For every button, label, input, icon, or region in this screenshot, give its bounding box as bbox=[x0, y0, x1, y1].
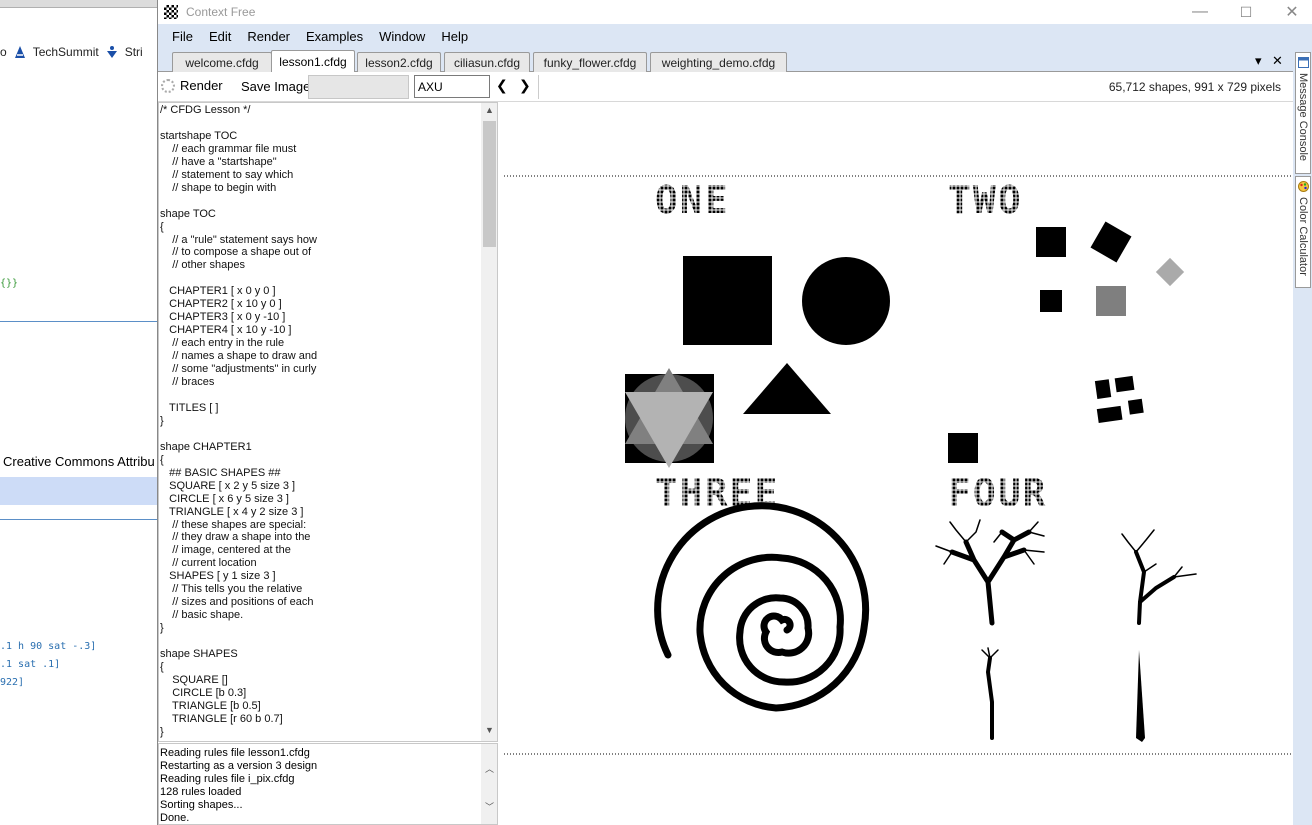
console-line: Done. bbox=[160, 811, 190, 824]
divider bbox=[0, 519, 157, 520]
tab-welcome[interactable]: welcome.cfdg bbox=[172, 52, 272, 72]
previous-variation-button[interactable]: ❮ bbox=[496, 77, 508, 94]
code-braces: {}} bbox=[0, 278, 19, 289]
tab-color-calculator-label: Color Calculator bbox=[1297, 197, 1309, 276]
square-shape bbox=[1036, 227, 1066, 257]
menu-edit[interactable]: Edit bbox=[201, 29, 239, 44]
toolbar: Render Save Image ❮ ❯ 65,712 shapes, 991… bbox=[158, 72, 1293, 102]
toolbar-separator bbox=[538, 75, 539, 99]
scroll-up-icon[interactable]: ▲ bbox=[481, 105, 497, 119]
scroll-up-icon[interactable]: ︿ bbox=[481, 762, 497, 776]
close-button[interactable]: ✕ bbox=[1269, 0, 1312, 24]
tree-medium bbox=[1121, 529, 1197, 625]
tree-small bbox=[981, 647, 999, 740]
bookmarks-bar: o TechSummit Stri bbox=[0, 38, 157, 66]
spiral-shape bbox=[654, 502, 870, 712]
message-console: Reading rules file lesson1.cfdg Restarti… bbox=[158, 743, 498, 825]
bookmark-item[interactable]: o bbox=[0, 45, 7, 59]
menu-render[interactable]: Render bbox=[239, 29, 298, 44]
context-free-window: Context Free — ☐ ✕ File Edit Render Exam… bbox=[157, 0, 1312, 825]
menu-bar: File Edit Render Examples Window Help bbox=[158, 24, 1312, 48]
tab-message-console[interactable]: Message Console bbox=[1295, 52, 1311, 174]
shapes-overlay bbox=[625, 368, 714, 468]
creative-commons-text: Creative Commons Attribu bbox=[3, 454, 155, 469]
square-shape bbox=[683, 256, 772, 345]
tab-weighting-demo[interactable]: weighting_demo.cfdg bbox=[650, 52, 787, 72]
variation-input[interactable] bbox=[414, 75, 490, 98]
selected-row bbox=[0, 477, 157, 505]
menu-window[interactable]: Window bbox=[371, 29, 433, 44]
gray-diamond-shape bbox=[1155, 257, 1185, 287]
console-line: Sorting shapes... bbox=[160, 798, 243, 811]
context-free-app-icon bbox=[164, 5, 178, 19]
rendered-image: ONE TWO THREE FOUR bbox=[504, 175, 1293, 755]
code-line: 922] bbox=[0, 677, 25, 688]
skewed-squares-group bbox=[1094, 375, 1144, 424]
circle-shape bbox=[802, 257, 890, 345]
title-two: TWO bbox=[948, 178, 1023, 222]
render-spinner-icon bbox=[161, 78, 175, 93]
techsummit-icon bbox=[14, 46, 25, 58]
save-image-button[interactable]: Save Image bbox=[241, 79, 310, 94]
scroll-down-icon[interactable]: ﹀ bbox=[481, 800, 497, 814]
tab-message-console-label: Message Console bbox=[1297, 73, 1309, 162]
tab-lesson2[interactable]: lesson2.cfdg bbox=[357, 52, 441, 72]
tree-large bbox=[935, 519, 1045, 626]
bookmark-item[interactable]: TechSummit bbox=[33, 45, 99, 59]
menu-examples[interactable]: Examples bbox=[298, 29, 371, 44]
small-square-shape bbox=[1040, 290, 1062, 312]
gray-square-shape bbox=[1096, 286, 1126, 316]
console-line: 128 rules loaded bbox=[160, 785, 242, 798]
tab-list-dropdown-icon[interactable]: ▾ bbox=[1255, 53, 1262, 69]
minimize-button[interactable]: — bbox=[1177, 0, 1223, 24]
render-canvas[interactable]: ONE TWO THREE FOUR bbox=[504, 102, 1293, 825]
tab-lesson1[interactable]: lesson1.cfdg bbox=[271, 50, 355, 73]
render-progress-bar bbox=[308, 75, 409, 99]
scrollbar-thumb[interactable] bbox=[483, 121, 496, 247]
square-shape bbox=[948, 433, 978, 463]
code-editor[interactable]: /* CFDG Lesson */ startshape TOC // each… bbox=[158, 102, 498, 742]
background-window: o TechSummit Stri {}} Creative Commons A… bbox=[0, 0, 157, 825]
render-status-text: 65,712 shapes, 991 x 729 pixels bbox=[1108, 80, 1281, 94]
code-text: /* CFDG Lesson */ startshape TOC // each… bbox=[160, 104, 318, 738]
close-tab-icon[interactable]: ✕ bbox=[1272, 53, 1283, 69]
spike-shape bbox=[1136, 650, 1145, 742]
render-label: Render bbox=[180, 78, 223, 93]
tab-color-calculator[interactable]: Color Calculator bbox=[1295, 176, 1311, 288]
console-scrollbar[interactable]: ︿ ﹀ bbox=[481, 744, 497, 824]
title-four: FOUR bbox=[948, 471, 1048, 515]
tab-ciliasun[interactable]: ciliasun.cfdg bbox=[444, 52, 530, 72]
title-one: ONE bbox=[655, 178, 730, 222]
menu-file[interactable]: File bbox=[164, 29, 201, 44]
triangle-shape bbox=[743, 363, 831, 414]
editor-scrollbar[interactable]: ▲ ▼ bbox=[481, 103, 497, 741]
scroll-down-icon[interactable]: ▼ bbox=[481, 725, 497, 739]
next-variation-button[interactable]: ❯ bbox=[519, 77, 531, 94]
tab-funky-flower[interactable]: funky_flower.cfdg bbox=[533, 52, 647, 72]
console-line: Reading rules file lesson1.cfdg bbox=[160, 747, 310, 759]
console-window-icon bbox=[1298, 57, 1309, 68]
background-window-tabstrip bbox=[0, 0, 157, 8]
window-title: Context Free bbox=[186, 5, 256, 19]
palette-icon bbox=[1298, 181, 1309, 192]
console-line: Restarting as a version 3 design bbox=[160, 759, 318, 772]
star-person-icon bbox=[106, 46, 117, 58]
rotated-square-shape bbox=[1090, 221, 1132, 263]
title-bar: Context Free — ☐ ✕ bbox=[158, 0, 1312, 24]
menu-help[interactable]: Help bbox=[433, 29, 476, 44]
code-line: .1 sat .1] bbox=[0, 659, 61, 670]
divider bbox=[0, 321, 157, 322]
document-tab-bar: welcome.cfdg lesson1.cfdg lesson2.cfdg c… bbox=[158, 48, 1293, 73]
console-line: Reading rules file i_pix.cfdg bbox=[160, 772, 295, 785]
render-button[interactable]: Render bbox=[161, 78, 223, 93]
maximize-button[interactable]: ☐ bbox=[1223, 0, 1269, 24]
code-line: .1 h 90 sat -.3] bbox=[0, 641, 97, 652]
bookmark-item[interactable]: Stri bbox=[125, 45, 143, 59]
side-dock: Message Console Color Calculator bbox=[1293, 48, 1312, 825]
